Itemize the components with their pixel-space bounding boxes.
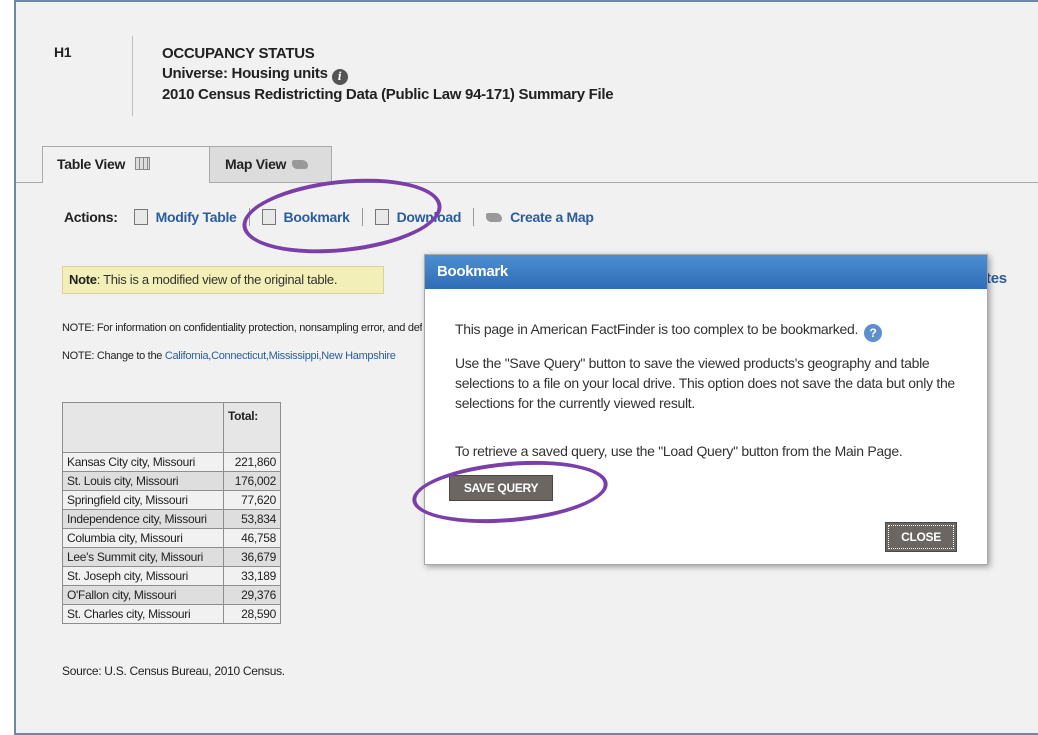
grid-icon — [135, 157, 151, 170]
map-icon — [486, 212, 503, 222]
states-link[interactable]: California,Connecticut,Mississippi,New H… — [165, 350, 396, 362]
total-value: 28,590 — [223, 604, 281, 624]
place-name: St. Louis city, Missouri — [62, 471, 224, 491]
tab-map-view-label: Map View — [225, 156, 287, 172]
dialog-paragraph3: To retrieve a saved query, use the "Load… — [455, 443, 903, 459]
table-row: O'Fallon city, Missouri 29,376 — [62, 585, 281, 605]
place-name: Springfield city, Missouri — [62, 490, 224, 510]
dialog-line1-text: This page in American FactFinder is too … — [455, 321, 859, 337]
total-value: 53,834 — [223, 509, 281, 529]
total-value: 176,002 — [223, 471, 281, 491]
create-map-label: Create a Map — [510, 209, 594, 225]
divider — [473, 208, 475, 226]
place-name: St. Charles city, Missouri — [62, 604, 224, 624]
table-row: Springfield city, Missouri 77,620 — [62, 490, 281, 510]
total-value: 46,758 — [223, 528, 281, 548]
header-divider — [132, 36, 133, 116]
tab-table-view-label: Table View — [57, 156, 126, 172]
dataset-name: 2010 Census Redistricting Data (Public L… — [162, 86, 614, 103]
place-name: Independence city, Missouri — [62, 509, 224, 529]
change-note-text: NOTE: Change to the — [62, 350, 165, 362]
table-row: Independence city, Missouri 53,834 — [62, 509, 281, 529]
info-icon[interactable]: i — [331, 69, 348, 85]
total-value: 36,679 — [223, 547, 281, 567]
dialog-paragraph2: Use the "Save Query" button to save the … — [455, 355, 955, 411]
table-row: Lee's Summit city, Missouri 36,679 — [62, 547, 281, 567]
geography-header — [62, 402, 224, 453]
table-row: St. Joseph city, Missouri 33,189 — [62, 566, 281, 586]
total-value: 33,189 — [223, 566, 281, 586]
table-row: Columbia city, Missouri 46,758 — [62, 528, 281, 548]
help-icon[interactable]: ? — [864, 324, 883, 342]
dialog-title: Bookmark — [425, 255, 987, 289]
modify-table-icon — [133, 209, 148, 225]
total-value: 29,376 — [223, 585, 281, 605]
place-name: Kansas City city, Missouri — [62, 452, 224, 472]
dialog-line1: This page in American FactFinder is too … — [455, 319, 957, 342]
total-value: 77,620 — [223, 490, 281, 510]
place-name: Lee's Summit city, Missouri — [62, 547, 224, 567]
place-name: O'Fallon city, Missouri — [62, 585, 224, 605]
tab-table-view[interactable]: Table View — [42, 146, 210, 183]
total-value: 221,860 — [223, 452, 281, 472]
place-name: St. Joseph city, Missouri — [62, 566, 224, 586]
source-note: Source: U.S. Census Bureau, 2010 Census. — [62, 664, 285, 678]
table-row: St. Charles city, Missouri 28,590 — [62, 604, 281, 624]
note-text: : This is a modified view of the origina… — [96, 272, 338, 287]
confidentiality-note: NOTE: For information on confidentiality… — [62, 322, 422, 334]
actions-label: Actions: — [64, 209, 118, 225]
universe-text: Universe: Housing units — [162, 65, 328, 82]
place-name: Columbia city, Missouri — [62, 528, 224, 548]
tab-map-view[interactable]: Map View — [198, 146, 332, 182]
notes-link-partial[interactable]: tes — [986, 270, 1007, 287]
close-button[interactable]: CLOSE — [885, 522, 957, 552]
change-note: NOTE: Change to the California,Connectic… — [62, 350, 422, 362]
table-row: Kansas City city, Missouri 221,860 — [62, 452, 281, 472]
modify-table-link[interactable]: Modify Table — [133, 209, 237, 225]
page-frame: H1 OCCUPANCY STATUS Universe: Housing un… — [14, 0, 1038, 735]
table-title: OCCUPANCY STATUS — [162, 45, 315, 62]
map-icon — [292, 160, 309, 169]
table-header: OCCUPANCY STATUS Universe: Housing units… — [162, 44, 614, 105]
note-bold: Note — [69, 272, 97, 287]
bookmark-highlight-ellipse — [238, 169, 446, 263]
data-table: Total: Kansas City city, Missouri 221,860… — [62, 402, 281, 624]
table-header-row: Total: — [62, 402, 281, 453]
create-map-link[interactable]: Create a Map — [486, 209, 594, 225]
total-header: Total: — [223, 402, 281, 453]
modified-view-note: Note: This is a modified view of the ori… — [62, 266, 384, 294]
table-row: St. Louis city, Missouri 176,002 — [62, 471, 281, 491]
table-id: H1 — [54, 44, 72, 60]
modify-table-label: Modify Table — [155, 209, 237, 225]
universe-line: Universe: Housing units i — [162, 64, 613, 85]
